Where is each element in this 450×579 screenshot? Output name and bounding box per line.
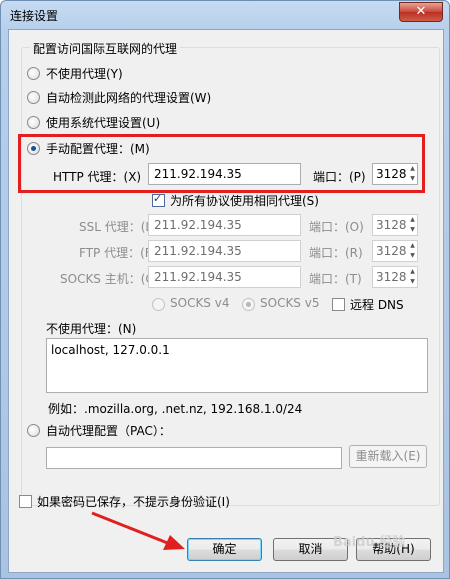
arrow-annotation-icon — [91, 511, 185, 550]
baidu-watermark: Baidu 经验 — [333, 535, 406, 550]
